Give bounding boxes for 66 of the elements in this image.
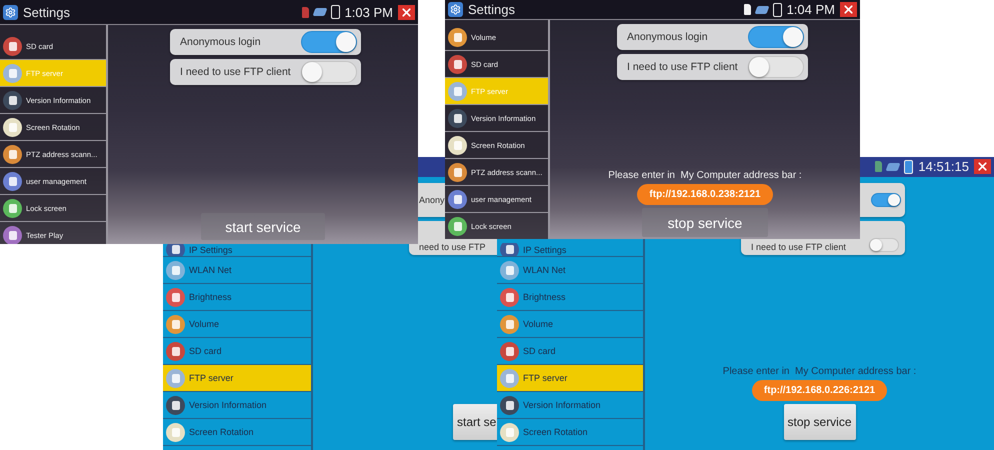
service-button[interactable]: start se bbox=[453, 404, 497, 440]
toggle-switch[interactable] bbox=[301, 31, 357, 53]
menu-item-label: Version Information bbox=[189, 400, 267, 410]
settings-menu-item[interactable]: IP Settings bbox=[163, 243, 311, 257]
menu-item-label: Version Information bbox=[523, 400, 601, 410]
screen-title: Settings bbox=[468, 2, 515, 17]
service-button[interactable]: stop service bbox=[784, 404, 856, 440]
settings-menu-item[interactable]: Version Information bbox=[497, 392, 643, 419]
settings-menu-item[interactable]: IP Settings bbox=[497, 243, 643, 257]
ftp-address: ftp://192.168.0.238:2121 bbox=[637, 184, 773, 205]
toggle-switch[interactable] bbox=[869, 238, 899, 252]
menu-item-label: Brightness bbox=[523, 292, 566, 302]
sd-card-icon bbox=[302, 6, 309, 18]
close-icon bbox=[842, 3, 855, 16]
menu-item-label: Brightness bbox=[189, 292, 232, 302]
menu-item-label: FTP server bbox=[523, 373, 568, 383]
option-label: Anony bbox=[419, 195, 445, 205]
menu-item-label: SD card bbox=[523, 346, 556, 356]
settings-menu-item[interactable]: WLAN Net bbox=[163, 257, 311, 284]
battery-icon bbox=[904, 160, 914, 174]
sd-card-icon bbox=[875, 161, 882, 172]
battery-icon bbox=[330, 5, 340, 19]
option-label: I need to use FTP client bbox=[627, 61, 738, 73]
menu-item-label: FTP server bbox=[189, 373, 234, 383]
ftp-address: ftp://192.168.0.226:2121 bbox=[752, 380, 888, 401]
option-label: I need to use FTP client bbox=[751, 242, 846, 252]
settings-menu-item[interactable]: FTP server bbox=[163, 365, 311, 392]
toggle-switch[interactable] bbox=[748, 56, 804, 78]
address-prompt: Please enter in My Computer address bar : bbox=[608, 170, 802, 181]
menu-item-label: WLAN Net bbox=[189, 265, 232, 275]
settings-menu-item[interactable]: Volume bbox=[497, 311, 643, 338]
close-button[interactable] bbox=[398, 4, 415, 20]
menu-item-label: Volume bbox=[189, 319, 220, 329]
settings-menu-item[interactable]: FTP server bbox=[497, 365, 643, 392]
menu-item-label: IP Settings bbox=[189, 244, 232, 254]
service-button[interactable]: start service bbox=[201, 213, 325, 240]
settings-menu-item[interactable]: WLAN Net bbox=[497, 257, 643, 284]
option-label: Anonymous login bbox=[180, 36, 261, 48]
menu-item-label: Screen Rotation bbox=[189, 427, 254, 437]
close-icon bbox=[400, 6, 413, 18]
clock-time: 1:03 PM bbox=[344, 4, 393, 20]
screen-title: Settings bbox=[23, 4, 70, 20]
toggle-switch[interactable] bbox=[871, 193, 901, 207]
settings-menu-item[interactable]: Version Information bbox=[163, 392, 311, 419]
option-label: I need to use FTP client bbox=[180, 66, 291, 78]
close-icon bbox=[976, 160, 989, 173]
settings-menu-item[interactable]: Volume bbox=[163, 311, 311, 338]
option-label: need to use FTP bbox=[419, 242, 486, 252]
toggle-switch[interactable] bbox=[301, 61, 357, 83]
address-prompt: Please enter in My Computer address bar : bbox=[722, 366, 916, 377]
sd-card-icon bbox=[744, 4, 751, 15]
menu-item-label: SD card bbox=[189, 346, 222, 356]
menu-item-label: WLAN Net bbox=[523, 265, 566, 275]
settings-menu-item[interactable]: Screen Rotation bbox=[497, 419, 643, 446]
menu-item-label: Volume bbox=[523, 319, 554, 329]
clock-time: 14:51:15 bbox=[918, 159, 969, 174]
option-label: Anonymous login bbox=[627, 31, 708, 43]
menu-item-label: Screen Rotation bbox=[523, 427, 588, 437]
settings-menu-item[interactable]: Brightness bbox=[497, 284, 643, 311]
menu-item-label: IP Settings bbox=[523, 244, 566, 254]
clock-time: 1:04 PM bbox=[786, 2, 835, 17]
settings-menu-item[interactable]: Screen Rotation bbox=[163, 419, 311, 446]
settings-menu-item[interactable]: Brightness bbox=[163, 284, 311, 311]
service-button[interactable]: stop service bbox=[642, 208, 768, 237]
battery-icon bbox=[772, 2, 782, 16]
toggle-switch[interactable] bbox=[748, 26, 804, 48]
